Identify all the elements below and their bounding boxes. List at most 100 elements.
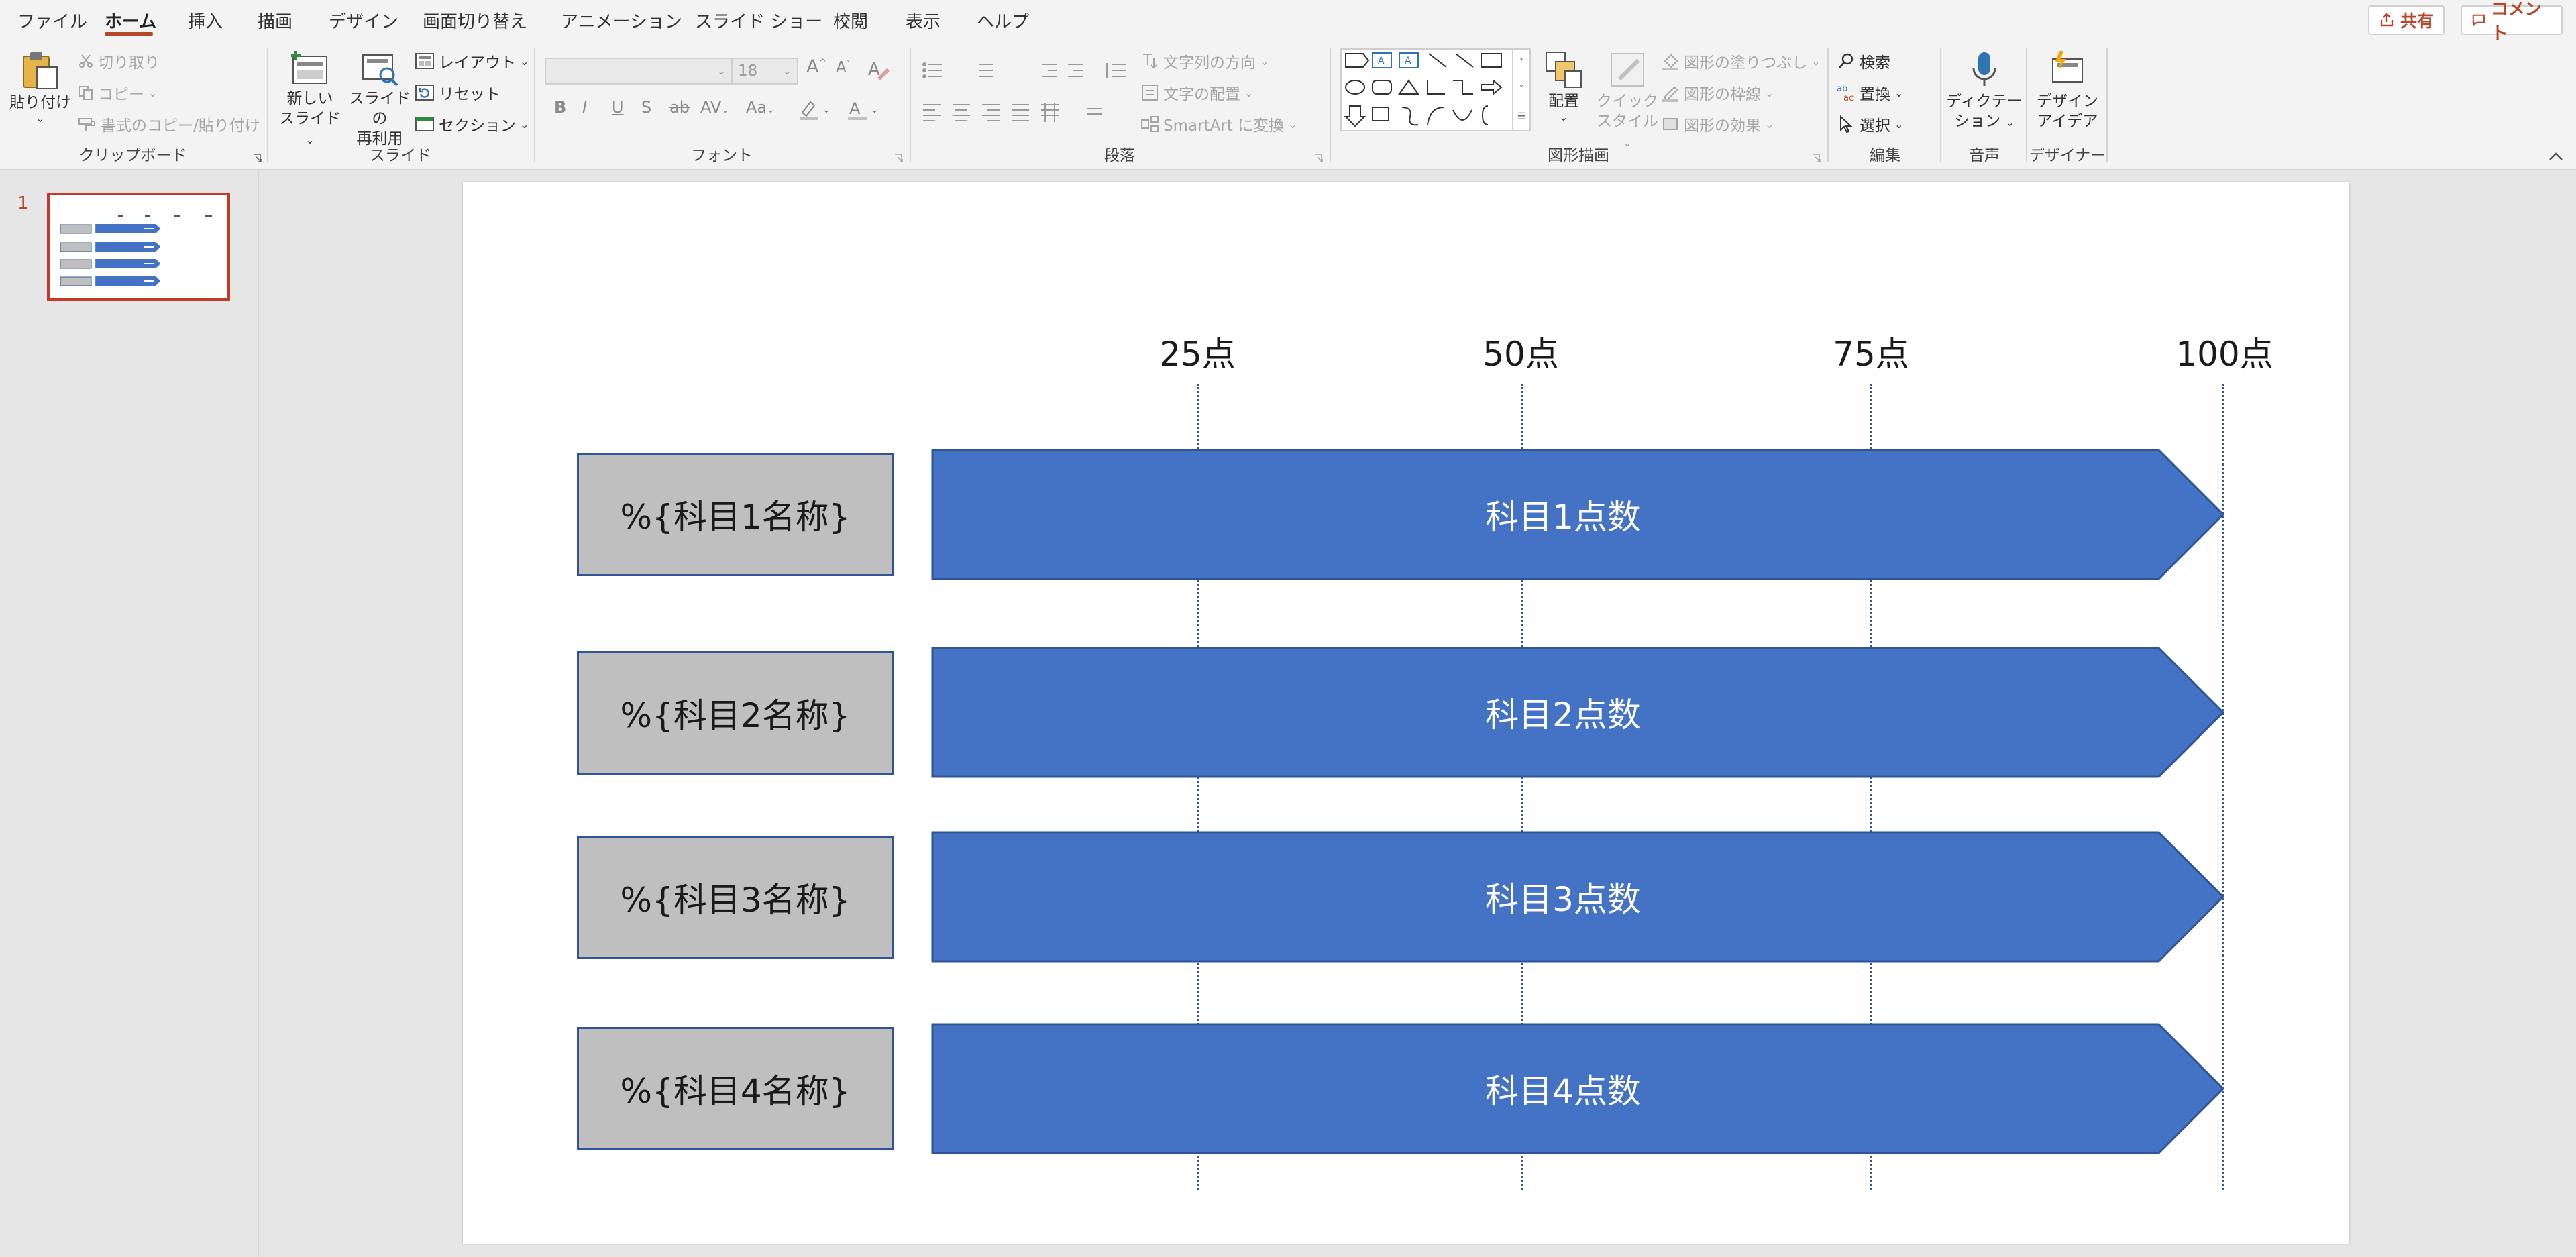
quick-styles-button[interactable]: クイック スタイル ⌄ (1594, 50, 1661, 153)
slide-canvas[interactable]: 25点 50点 75点 100点 %{科目1名称} %{科目2名称} %{科目3… (463, 182, 2349, 1244)
smartart-chevron[interactable]: ⌄ (1288, 118, 1297, 131)
paragraph-launcher-icon[interactable] (1313, 153, 1324, 164)
shape-outline-button[interactable]: 図形の枠線 ⌄ (1661, 81, 1774, 104)
share-icon (2380, 13, 2394, 27)
tab-view[interactable]: 表示 (906, 8, 941, 33)
drawing-launcher-icon[interactable] (1811, 153, 1822, 164)
new-slide-button[interactable]: 新しい スライド ⌄ (275, 50, 345, 150)
align-text-button[interactable]: 文字の配置 ⌄ (1140, 81, 1253, 104)
list-indent-icons[interactable] (922, 59, 1136, 82)
paste-dropdown-chevron[interactable]: ⌄ (9, 113, 71, 125)
arrange-chevron[interactable]: ⌄ (1534, 111, 1594, 123)
tab-review[interactable]: 校閲 (833, 8, 868, 33)
italic-button[interactable]: I (582, 98, 587, 117)
strikethrough-button[interactable]: ab (669, 98, 690, 117)
quick-styles-label-line2-text: スタイル (1597, 113, 1658, 130)
change-case-button[interactable]: Aa⌄ (746, 98, 775, 117)
arrange-button[interactable]: 配置 ⌄ (1534, 50, 1594, 123)
shape-gallery[interactable]: AA ˄ ˅ ☰ (1340, 48, 1531, 131)
bold-button[interactable]: B (554, 98, 566, 117)
text-shadow-button[interactable]: S (641, 98, 651, 117)
font-size-chevron[interactable]: ⌄ (783, 59, 792, 83)
search-icon (1839, 53, 1854, 68)
group-separator (2026, 48, 2027, 162)
share-label: 共有 (2400, 11, 2434, 31)
section-chevron[interactable]: ⌄ (520, 118, 529, 131)
replace-chevron[interactable]: ⌄ (1894, 87, 1903, 99)
find-label: 検索 (1860, 54, 1890, 72)
shape-outline-chevron[interactable]: ⌄ (1765, 87, 1774, 99)
slide-thumbnail-pane (0, 170, 259, 1257)
select-button[interactable]: 選択 ⌄ (1837, 113, 1903, 135)
select-chevron[interactable]: ⌄ (1894, 118, 1903, 131)
format-painter-label: 書式のコピー/貼り付け (101, 117, 260, 135)
tab-insert[interactable]: 挿入 (188, 8, 223, 33)
find-button[interactable]: 検索 (1837, 50, 1890, 72)
tab-slideshow[interactable]: スライド ショー (695, 8, 822, 33)
section-button[interactable]: セクション ⌄ (415, 113, 529, 135)
ribbon: 貼り付け ⌄ 切り取り コピー ⌄ 書式のコピー/貼り付け クリップボード 新し (0, 43, 2576, 170)
cut-button[interactable]: 切り取り (78, 50, 160, 72)
shape-fill-label: 図形の塗りつぶし (1684, 54, 1808, 72)
clear-formatting-icon[interactable]: A (867, 58, 891, 82)
layout-button[interactable]: レイアウト ⌄ (415, 50, 529, 72)
alignment-icons[interactable] (922, 101, 1136, 123)
slide-thumbnail[interactable] (47, 193, 230, 301)
paste-button[interactable]: 貼り付け ⌄ (9, 50, 71, 125)
convert-smartart-button[interactable]: SmartArt に変換 ⌄ (1140, 113, 1297, 135)
svg-text:⌄: ⌄ (871, 105, 879, 115)
active-tab-indicator (105, 32, 153, 36)
reuse-slides-icon (362, 54, 398, 87)
comment-button[interactable]: コメント (2461, 0, 2563, 43)
font-color-icon[interactable]: A ⌄ (847, 98, 879, 121)
shape-gallery-scroll[interactable]: ˄ ˅ ☰ (1512, 50, 1529, 130)
tab-help[interactable]: ヘルプ (977, 8, 1029, 33)
format-painter-button[interactable]: 書式のコピー/貼り付け (78, 113, 260, 135)
dictate-chevron[interactable]: ⌄ (2005, 116, 2014, 129)
slides-group: 新しい スライド ⌄ スライドの 再利用 レイアウト ⌄ リセット セクション … (270, 43, 531, 168)
shape-effects-chevron[interactable]: ⌄ (1765, 118, 1774, 131)
group-separator (1940, 48, 1941, 162)
text-direction-button[interactable]: 文字列の方向 ⌄ (1140, 50, 1269, 72)
collapse-ribbon-icon[interactable] (2548, 152, 2564, 161)
clipboard-launcher-icon[interactable] (252, 153, 263, 164)
align-text-chevron[interactable]: ⌄ (1244, 87, 1253, 99)
comment-icon (2472, 14, 2485, 27)
grow-font-button[interactable]: A^ (806, 56, 826, 77)
tab-home[interactable]: ホーム (105, 8, 156, 33)
copy-button[interactable]: コピー ⌄ (78, 81, 157, 104)
font-name-chevron[interactable]: ⌄ (717, 59, 726, 83)
design-ideas-label-line2: アイデア (2037, 113, 2098, 130)
share-button[interactable]: 共有 (2368, 5, 2445, 35)
reuse-slides-button[interactable]: スライドの 再利用 (345, 50, 415, 149)
tab-draw[interactable]: 描画 (258, 8, 292, 33)
font-size-combo[interactable]: 18 ⌄ (731, 58, 798, 85)
svg-text:ac: ac (1843, 93, 1854, 102)
underline-button[interactable]: U (612, 98, 624, 117)
reset-button[interactable]: リセット (415, 81, 500, 104)
char-spacing-button[interactable]: AV⌄ (700, 98, 729, 117)
design-ideas-button[interactable]: デザイン アイデア (2031, 50, 2104, 131)
tab-transitions[interactable]: 画面切り替え (423, 8, 527, 33)
svg-text:A: A (868, 60, 880, 80)
copy-dropdown-chevron[interactable]: ⌄ (148, 87, 157, 99)
font-name-combo[interactable]: ⌄ (545, 58, 733, 85)
dictate-button[interactable]: ディクテー ション ⌄ (1945, 50, 2023, 133)
shrink-font-button[interactable]: Aˇ (836, 59, 851, 76)
shape-fill-chevron[interactable]: ⌄ (1811, 55, 1820, 68)
format-painter-icon (78, 118, 95, 131)
tab-animations[interactable]: アニメーション (561, 8, 682, 33)
shape-fill-button[interactable]: 図形の塗りつぶし ⌄ (1661, 50, 1821, 72)
menu-bar: ファイル ホーム 挿入 描画 デザイン 画面切り替え アニメーション スライド … (0, 0, 2576, 43)
font-launcher-icon[interactable] (894, 153, 904, 164)
replace-button[interactable]: ab ac 置換 ⌄ (1837, 81, 1903, 104)
tab-file[interactable]: ファイル (17, 8, 87, 33)
layout-chevron[interactable]: ⌄ (520, 55, 529, 68)
replace-icon: abac (1837, 84, 1854, 102)
text-direction-chevron[interactable]: ⌄ (1260, 55, 1269, 68)
shape-effects-button[interactable]: 図形の効果 ⌄ (1661, 113, 1774, 135)
highlight-color-icon[interactable]: ⌄ (798, 98, 830, 121)
tab-design[interactable]: デザイン (329, 8, 398, 33)
copy-icon (79, 86, 93, 100)
paragraph-group-label: 段落 (1104, 147, 1135, 164)
